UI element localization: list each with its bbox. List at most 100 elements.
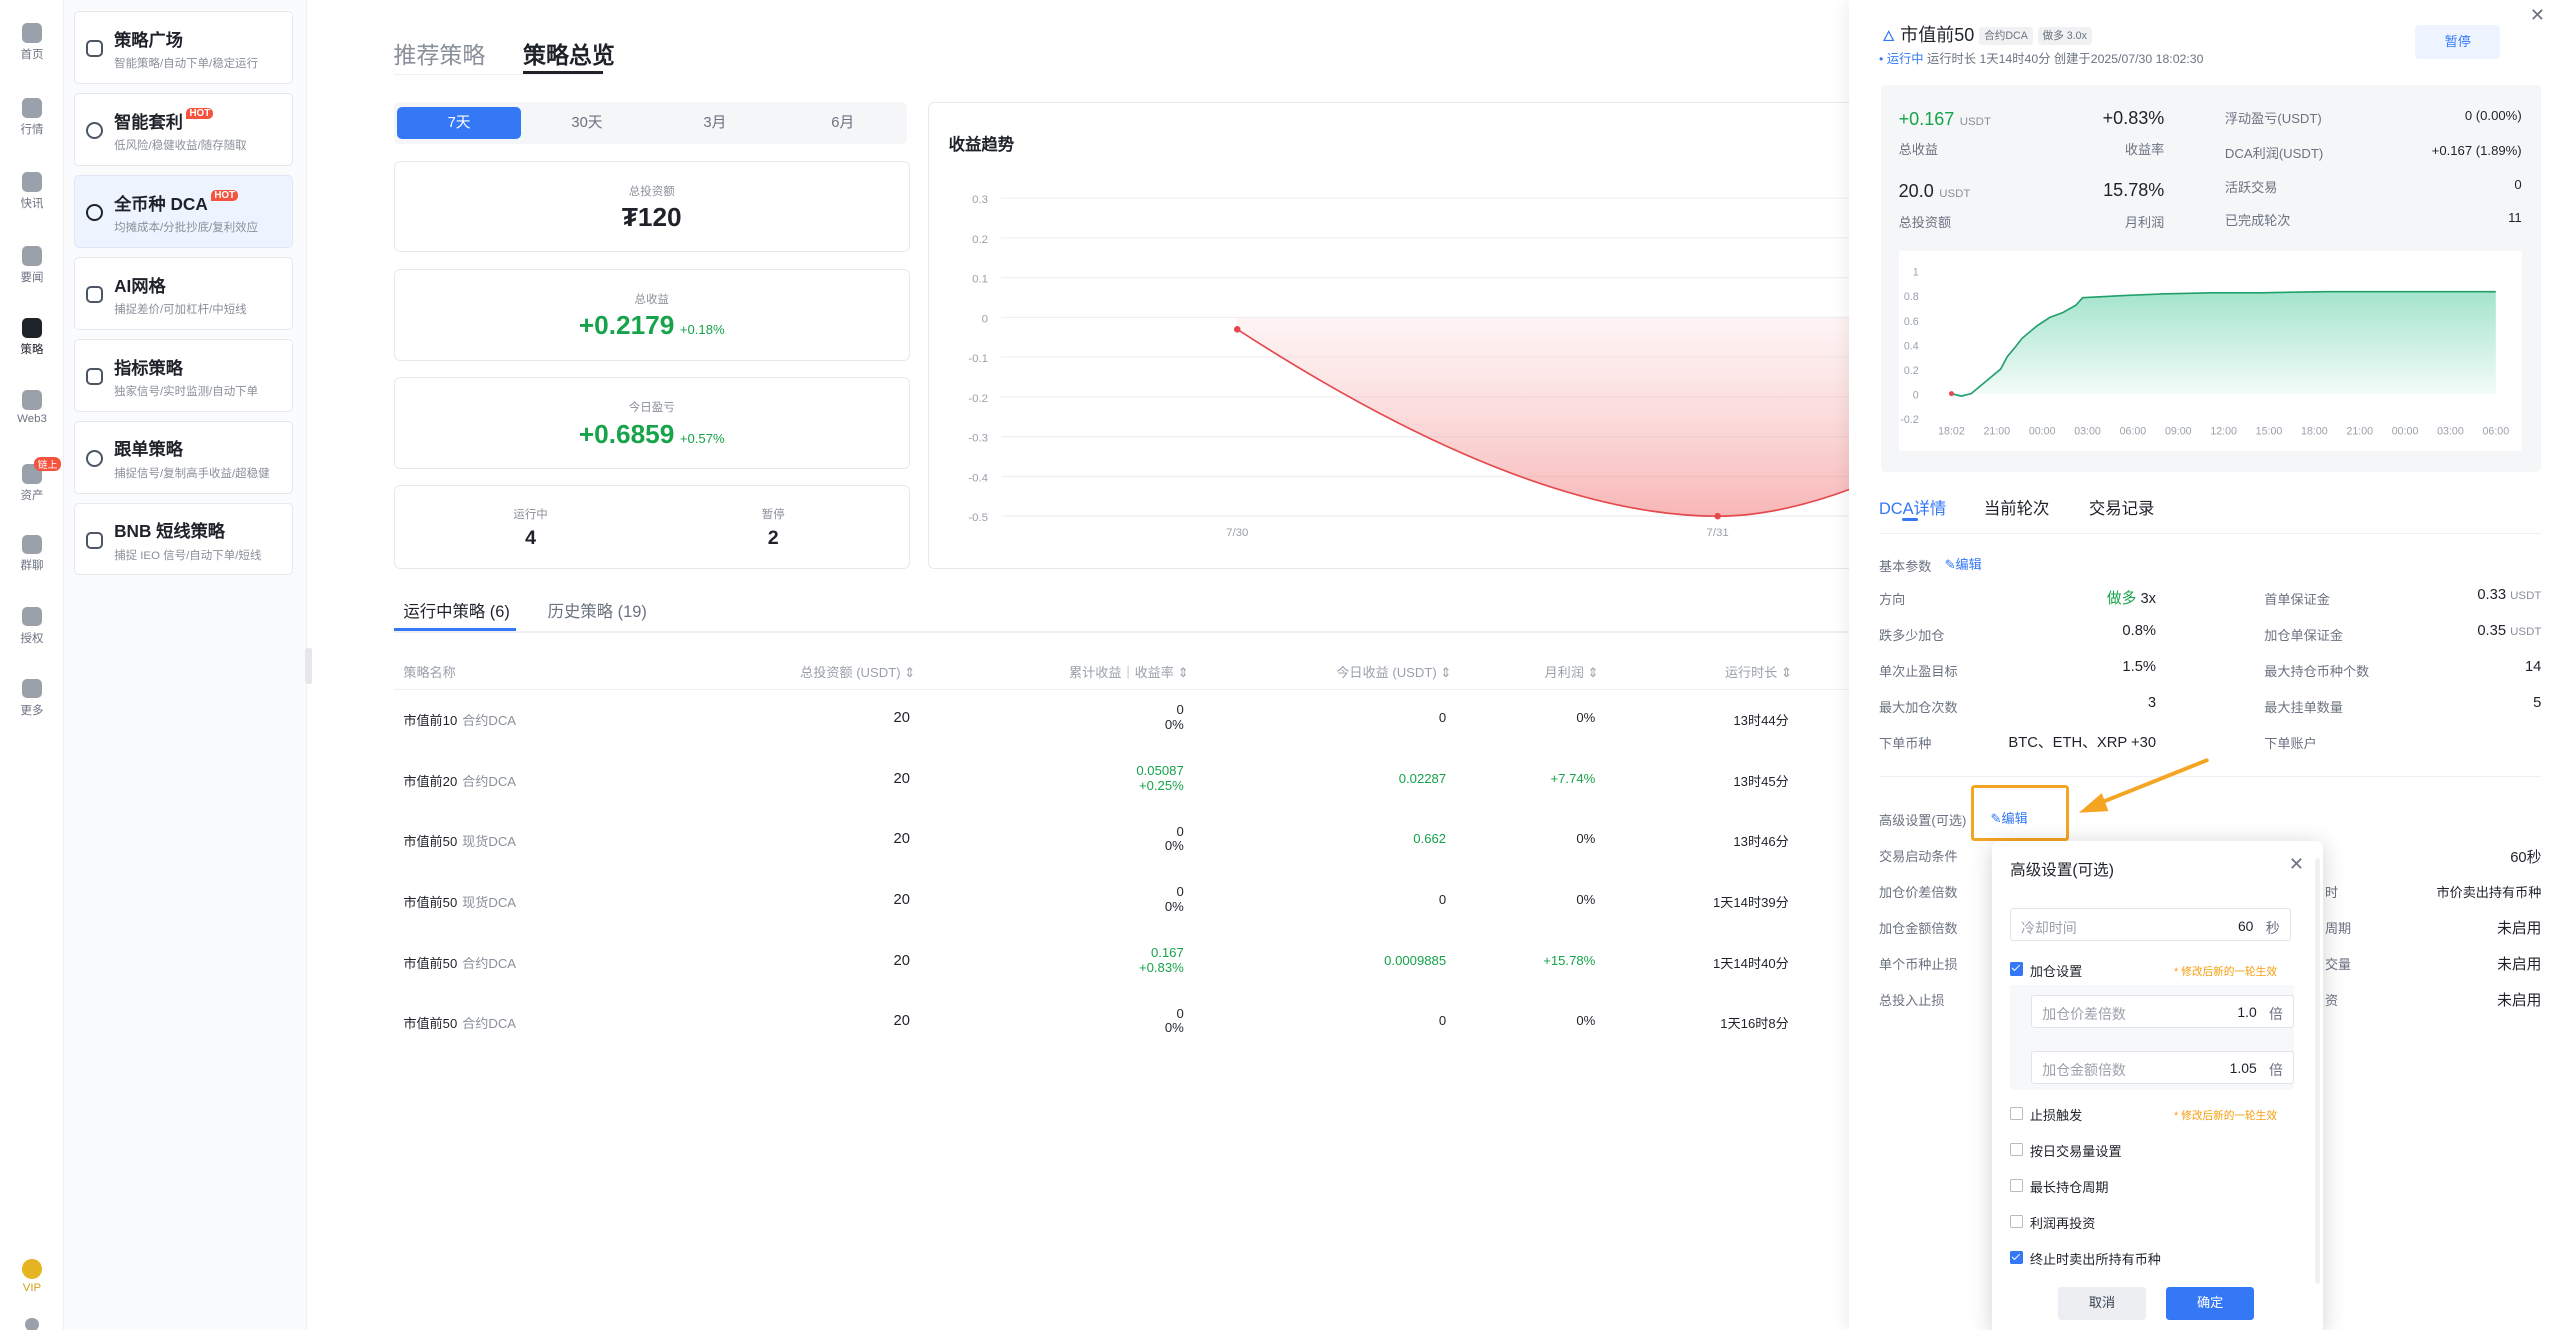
price-gap-multiplier-input[interactable]: 加仓价差倍数 1.0 倍 [2031, 995, 2294, 1028]
col-invest[interactable]: 总投资额 (USDT) ⇕ [800, 662, 915, 681]
close-icon[interactable]: ✕ [2530, 5, 2545, 26]
y-tick-label: -0.1 [968, 353, 988, 365]
pause-button[interactable]: 暂停 [2415, 24, 2501, 60]
rail-vip[interactable]: VIP [0, 1259, 64, 1294]
copy-icon [86, 450, 103, 467]
cooldown-input[interactable]: 冷却时间 60 秒 [2010, 908, 2291, 942]
y-tick-label: 0 [1912, 389, 1918, 401]
x-tick-label: 00:00 [2391, 425, 2418, 437]
tab-current-round[interactable]: 当前轮次 [1984, 495, 2050, 519]
running-count: 4 [525, 526, 537, 549]
menu-strategy-square[interactable]: 策略广场 智能策略/自动下单/稳定运行 [73, 11, 294, 84]
total-profit: +0.167 USDT [1898, 109, 1991, 130]
x-tick-label: 12:00 [2210, 425, 2237, 437]
table-row[interactable]: 市值前20 合约DCA 20 0.05087 +0.25% 0.02287 +7.7… [394, 751, 1853, 810]
cancel-button[interactable]: 取消 [2057, 1287, 2147, 1320]
rail-flash[interactable]: 快讯 [0, 172, 64, 211]
daily-volume-checkbox[interactable] [2010, 1142, 2024, 1156]
col-profit[interactable]: 累计收益｜收益率 ⇕ [1069, 662, 1189, 681]
menu-ai-grid[interactable]: AI网格 捕捉差价/可加杠杆/中短线 [73, 257, 294, 330]
max-hold-period-checkbox[interactable] [2010, 1178, 2024, 1192]
tab-divider [393, 73, 604, 76]
period-30d[interactable]: 30天 [525, 107, 650, 140]
sort-icon: ⇕ [904, 665, 916, 681]
col-month[interactable]: 月利润 ⇕ [1545, 662, 1599, 681]
subtab-divider [393, 631, 1853, 633]
period-6m[interactable]: 6月 [780, 107, 905, 140]
col-today[interactable]: 今日收益 (USDT) ⇕ [1336, 662, 1451, 681]
sort-icon: ⇕ [1440, 665, 1452, 681]
table-row[interactable]: 市值前50 合约DCA 20 0.167 +0.83% 0.0009885 +15.… [394, 933, 1853, 992]
status-badge: • 运行中 [1878, 52, 1924, 67]
menu-bnb[interactable]: BNB 短线策略 捕捉 IEO 信号/自动下单/短线 [73, 503, 294, 576]
total-profit-card: 总收益 +0.2179 +0.18% [393, 268, 910, 361]
tab-trade-records[interactable]: 交易记录 [2089, 495, 2155, 519]
param-coins[interactable]: BTC、ETH、XRP +30 [1992, 731, 2156, 752]
add-position-checkbox[interactable] [2010, 962, 2024, 976]
confirm-button[interactable]: 确定 [2165, 1287, 2255, 1320]
tab-overview[interactable]: 策略总览 [523, 36, 615, 70]
gear-icon [25, 1318, 39, 1330]
reinvest-checkbox[interactable] [2010, 1214, 2024, 1229]
store-icon [86, 40, 103, 57]
rail-more[interactable]: 更多 [0, 678, 64, 718]
rail-market[interactable]: 行情 [0, 98, 64, 137]
y-tick-label: 0.2 [972, 233, 988, 245]
x-tick-label: 21:00 [2346, 425, 2373, 437]
hot-badge: HOT [211, 189, 239, 201]
amount-multiplier-input[interactable]: 加仓金额倍数 1.05 倍 [2031, 1050, 2294, 1084]
rail-chat[interactable]: 群聊 [0, 534, 64, 574]
tab-history-strategies[interactable]: 历史策略 (19) [548, 598, 647, 622]
tab-dca-detail[interactable]: DCA详情 [1879, 495, 1946, 519]
x-tick-label: 06:00 [2119, 425, 2146, 437]
dollar-icon [86, 368, 103, 385]
rail-assets[interactable]: 链上 资产 [0, 457, 64, 503]
table-row[interactable]: 市值前50 现货DCA 20 0 0% 0.662 0% 13时46分 [394, 812, 1853, 871]
rail-strategy[interactable]: 策略 [0, 318, 64, 357]
menu-arbitrage[interactable]: 智能套利 HOT 低风险/稳健收益/随存随取 [73, 93, 294, 166]
vip-icon [22, 1259, 42, 1279]
table-row[interactable]: 市值前50 现货DCA 20 0 0% 0 0% 1天14时39分 [394, 872, 1853, 931]
flame-icon: 🜂 [1882, 28, 1896, 45]
rail-headlines[interactable]: 要闻 [0, 245, 64, 285]
menu-copy-trade[interactable]: 跟单策略 捕捉信号/复制高手收益/超稳健 [73, 421, 294, 494]
y-tick-label: 0.8 [1904, 291, 1919, 303]
x-tick-label: 15:00 [2255, 425, 2282, 437]
grid-icon [22, 678, 42, 699]
rail-home[interactable]: 首页 [0, 22, 64, 62]
rail-web3[interactable]: Web3 [0, 390, 64, 425]
x-tick-label: 21:00 [1983, 425, 2010, 437]
rail-auth[interactable]: 授权 [0, 606, 64, 646]
today-profit-card: 今日盈亏 +0.6859 +0.57% [393, 377, 910, 469]
start-point [1948, 391, 1954, 396]
sort-icon: ⇕ [1780, 665, 1792, 681]
panel-title: 市值前50 [1900, 24, 1975, 45]
menu-dca[interactable]: 全币种 DCA HOT 均摊成本/分批抄底/复利效应 [73, 175, 294, 248]
tab-recommended[interactable]: 推荐策略 [394, 36, 486, 70]
y-tick-label: 0.6 [1904, 316, 1919, 328]
ptab-underline [1901, 518, 1919, 522]
table-row[interactable]: 市值前10 合约DCA 20 0 0% 0 0% 13时44分 [394, 690, 1853, 749]
table-row[interactable]: 市值前50 合约DCA 20 0 0% 0 0% 1天16时8分 [394, 994, 1853, 1053]
y-tick-label: 0 [982, 313, 988, 325]
close-icon[interactable]: ✕ [2289, 854, 2304, 875]
sell-on-stop-checkbox[interactable] [2010, 1251, 2024, 1265]
y-tick-label: 0.1 [972, 273, 988, 285]
advanced-settings-dialog: 高级设置(可选) ✕ 冷却时间 60 秒 加仓设置 * 修改后新的一轮生效 加仓… [1992, 841, 2324, 1330]
strategy-menu: 策略广场 智能策略/自动下单/稳定运行 智能套利 HOT 低风险/稳健收益/随存随… [63, 0, 307, 1330]
dialog-scrollbar[interactable] [2315, 857, 2321, 1284]
rail-settings[interactable] [0, 1318, 64, 1330]
period-3m[interactable]: 3月 [653, 107, 778, 140]
mini-area [1951, 291, 2496, 396]
period-7d[interactable]: 7天 [396, 106, 522, 140]
menu-indicator[interactable]: 指标策略 独家信号/实时监测/自动下单 [73, 339, 294, 412]
stop-loss-checkbox[interactable] [2010, 1106, 2024, 1120]
leverage-tag: 做多 3.0x [2037, 26, 2092, 46]
tab-running-strategies[interactable]: 运行中策略 (6) [403, 598, 509, 622]
ptab-divider [1878, 532, 2542, 535]
dialog-title: 高级设置(可选) [2010, 861, 2114, 879]
profit-trend-chart: 收益趋势 0.3 0.2 0.1 0 -0.1 -0.2 -0.3 -0.4 -0.5 7/30 7… [928, 101, 1854, 569]
y-tick-label: 0.3 [972, 194, 988, 206]
col-duration[interactable]: 运行时长 ⇕ [1725, 662, 1792, 681]
edit-basic-link[interactable]: ✎编辑 [1945, 554, 1982, 573]
